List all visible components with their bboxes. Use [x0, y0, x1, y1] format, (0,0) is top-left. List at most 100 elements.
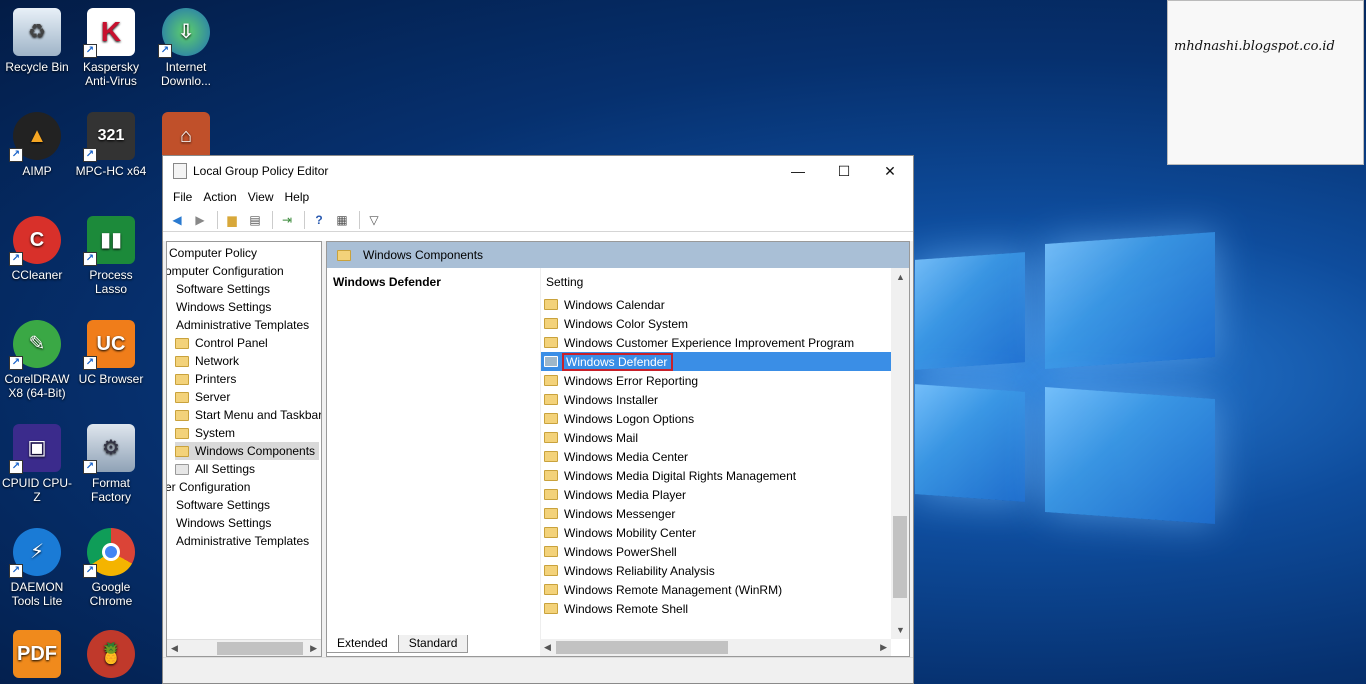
- folder-icon: [544, 470, 558, 481]
- minimize-button[interactable]: —: [775, 156, 821, 186]
- tree-node-windows-components[interactable]: Windows Components: [175, 442, 320, 460]
- desktop-icon-mpc-hc[interactable]: 321 ↗ MPC-HC x64: [75, 112, 147, 178]
- chrome-icon: ↗: [83, 528, 135, 578]
- scrollbar-thumb[interactable]: [893, 516, 907, 598]
- tree-node[interactable]: Administrative Templates: [176, 316, 309, 334]
- list-item[interactable]: Windows Remote Shell: [541, 599, 891, 618]
- list-item-label: Windows Messenger: [564, 506, 676, 521]
- properties-icon[interactable]: ▦: [332, 211, 352, 229]
- list-item[interactable]: Windows Logon Options: [541, 409, 891, 428]
- list-item[interactable]: Windows Media Digital Rights Management: [541, 466, 891, 485]
- desktop-icon-kaspersky[interactable]: K ↗ Kaspersky Anti-Virus: [75, 8, 147, 88]
- tab-standard[interactable]: Standard: [397, 635, 469, 653]
- tree-node[interactable]: Software Settings: [176, 496, 270, 514]
- windows-logo: [915, 228, 1215, 558]
- forward-arrow-icon[interactable]: ▶: [190, 211, 210, 229]
- list-item-label: Windows Defender: [562, 352, 674, 371]
- desktop-icon-format-factory[interactable]: ⚙ ↗ Format Factory: [75, 424, 147, 504]
- help-icon[interactable]: ?: [309, 211, 329, 229]
- tree-node-server[interactable]: Server: [175, 388, 230, 406]
- tab-extended[interactable]: Extended: [326, 635, 399, 653]
- folder-icon: [544, 413, 558, 424]
- cpuz-icon: ▣ ↗: [9, 424, 61, 474]
- tree-node-label: Server: [195, 390, 231, 404]
- desktop-icon-recycle-bin[interactable]: ♻ Recycle Bin: [1, 8, 73, 74]
- list-item[interactable]: Windows Media Player: [541, 485, 891, 504]
- folder-icon: [175, 427, 189, 439]
- list-item-windows-defender-selected[interactable]: Windows Defender: [541, 352, 891, 371]
- list-item-label: Windows Remote Management (WinRM): [564, 582, 783, 597]
- up-folder-icon[interactable]: ▆: [222, 211, 242, 229]
- desktop-icon-coreldraw[interactable]: ✎ ↗ CorelDRAW X8 (64-Bit): [1, 320, 73, 400]
- tree-node-network[interactable]: Network: [175, 352, 239, 370]
- folder-icon: [544, 375, 558, 386]
- list-item[interactable]: Windows Mobility Center: [541, 523, 891, 542]
- desktop-icon-aimp[interactable]: ▲ ↗ AIMP: [1, 112, 73, 178]
- list-item[interactable]: Windows Media Center: [541, 447, 891, 466]
- desktop-icon-google-chrome[interactable]: ↗ Google Chrome: [75, 528, 147, 608]
- blog-watermark-note: mhdnashi.blogspot.co.id: [1167, 0, 1364, 165]
- tree-pane: Computer Policy omputer Configuration So…: [166, 241, 322, 657]
- tree-node[interactable]: omputer Configuration: [167, 262, 284, 280]
- desktop-icon-daemon-tools[interactable]: ⚡ ↗ DAEMON Tools Lite: [1, 528, 73, 608]
- desktop-icon-uc-browser[interactable]: UC ↗ UC Browser: [75, 320, 147, 386]
- list-item[interactable]: Windows Color System: [541, 314, 891, 333]
- tree-node-printers[interactable]: Printers: [175, 370, 236, 388]
- tree-node[interactable]: Administrative Templates: [176, 532, 309, 550]
- menu-file[interactable]: File: [169, 190, 199, 204]
- desktop-icon-ccleaner[interactable]: C ↗ CCleaner: [1, 216, 73, 282]
- tree-node[interactable]: Windows Settings: [176, 298, 271, 316]
- tree-node-all-settings[interactable]: All Settings: [175, 460, 255, 478]
- tree-node[interactable]: er Configuration: [167, 478, 250, 496]
- details-header-title: Windows Components: [363, 248, 484, 262]
- group-policy-editor-window: Local Group Policy Editor — ☐ ✕ File Act…: [162, 155, 914, 684]
- filter-icon[interactable]: ▽: [364, 211, 384, 229]
- column-header-setting[interactable]: Setting: [541, 268, 891, 295]
- back-arrow-icon[interactable]: ◀: [167, 211, 187, 229]
- desktop-icon-cpuz[interactable]: ▣ ↗ CPUID CPU-Z: [1, 424, 73, 504]
- tree-node[interactable]: Computer Policy: [169, 244, 257, 262]
- list-item[interactable]: Windows Error Reporting: [541, 371, 891, 390]
- list-horizontal-scrollbar[interactable]: ◀ ▶: [540, 639, 891, 656]
- tree-horizontal-scrollbar[interactable]: ◀ ▶: [167, 639, 321, 656]
- list-item-label: Windows Error Reporting: [564, 373, 699, 388]
- tree-node-start-menu[interactable]: Start Menu and Taskbar: [175, 406, 321, 424]
- maximize-button[interactable]: ☐: [821, 156, 867, 186]
- extended-view-title: Windows Defender: [333, 275, 441, 289]
- list-item[interactable]: Windows Installer: [541, 390, 891, 409]
- title-bar[interactable]: Local Group Policy Editor — ☐ ✕: [163, 156, 913, 186]
- tree-node[interactable]: Software Settings: [176, 280, 270, 298]
- close-button[interactable]: ✕: [867, 156, 913, 186]
- list-item[interactable]: Windows Customer Experience Improvement …: [541, 333, 891, 352]
- list-vertical-scrollbar[interactable]: ▲ ▼: [891, 268, 909, 639]
- show-hide-tree-icon[interactable]: ▤: [245, 211, 265, 229]
- details-header: Windows Components: [327, 242, 909, 268]
- ccleaner-icon: C ↗: [9, 216, 61, 266]
- folder-icon: [544, 489, 558, 500]
- folder-icon: [544, 318, 558, 329]
- scrollbar-thumb[interactable]: [556, 641, 728, 654]
- list-item-label: Windows Media Digital Rights Management: [564, 468, 797, 483]
- list-item[interactable]: Windows Calendar: [541, 295, 891, 314]
- list-item[interactable]: Windows Reliability Analysis: [541, 561, 891, 580]
- menu-view[interactable]: View: [244, 190, 281, 204]
- list-item[interactable]: Windows Remote Management (WinRM): [541, 580, 891, 599]
- list-item[interactable]: Windows Mail: [541, 428, 891, 447]
- desktop-icon-fruits[interactable]: 🍍: [75, 630, 147, 682]
- tree-node[interactable]: Windows Settings: [176, 514, 271, 532]
- folder-icon: [544, 565, 558, 576]
- tree-node-system[interactable]: System: [175, 424, 235, 442]
- list-item[interactable]: Windows PowerShell: [541, 542, 891, 561]
- menu-help[interactable]: Help: [281, 190, 317, 204]
- desktop-icon-label: AIMP: [22, 164, 52, 178]
- desktop-icon-pdf[interactable]: PDF: [1, 630, 73, 682]
- folder-icon: [175, 373, 189, 385]
- export-list-icon[interactable]: ⇥: [277, 211, 297, 229]
- desktop-icon-process-lasso[interactable]: ▮▮ ↗ Process Lasso: [75, 216, 147, 296]
- menu-action[interactable]: Action: [199, 190, 243, 204]
- tree-node-control-panel[interactable]: Control Panel: [175, 334, 268, 352]
- tree-node-label: Control Panel: [195, 336, 268, 350]
- list-item-label: Windows Installer: [564, 392, 659, 407]
- list-item[interactable]: Windows Messenger: [541, 504, 891, 523]
- desktop-icon-idm[interactable]: ⇩ ↗ Internet Downlo...: [150, 8, 222, 88]
